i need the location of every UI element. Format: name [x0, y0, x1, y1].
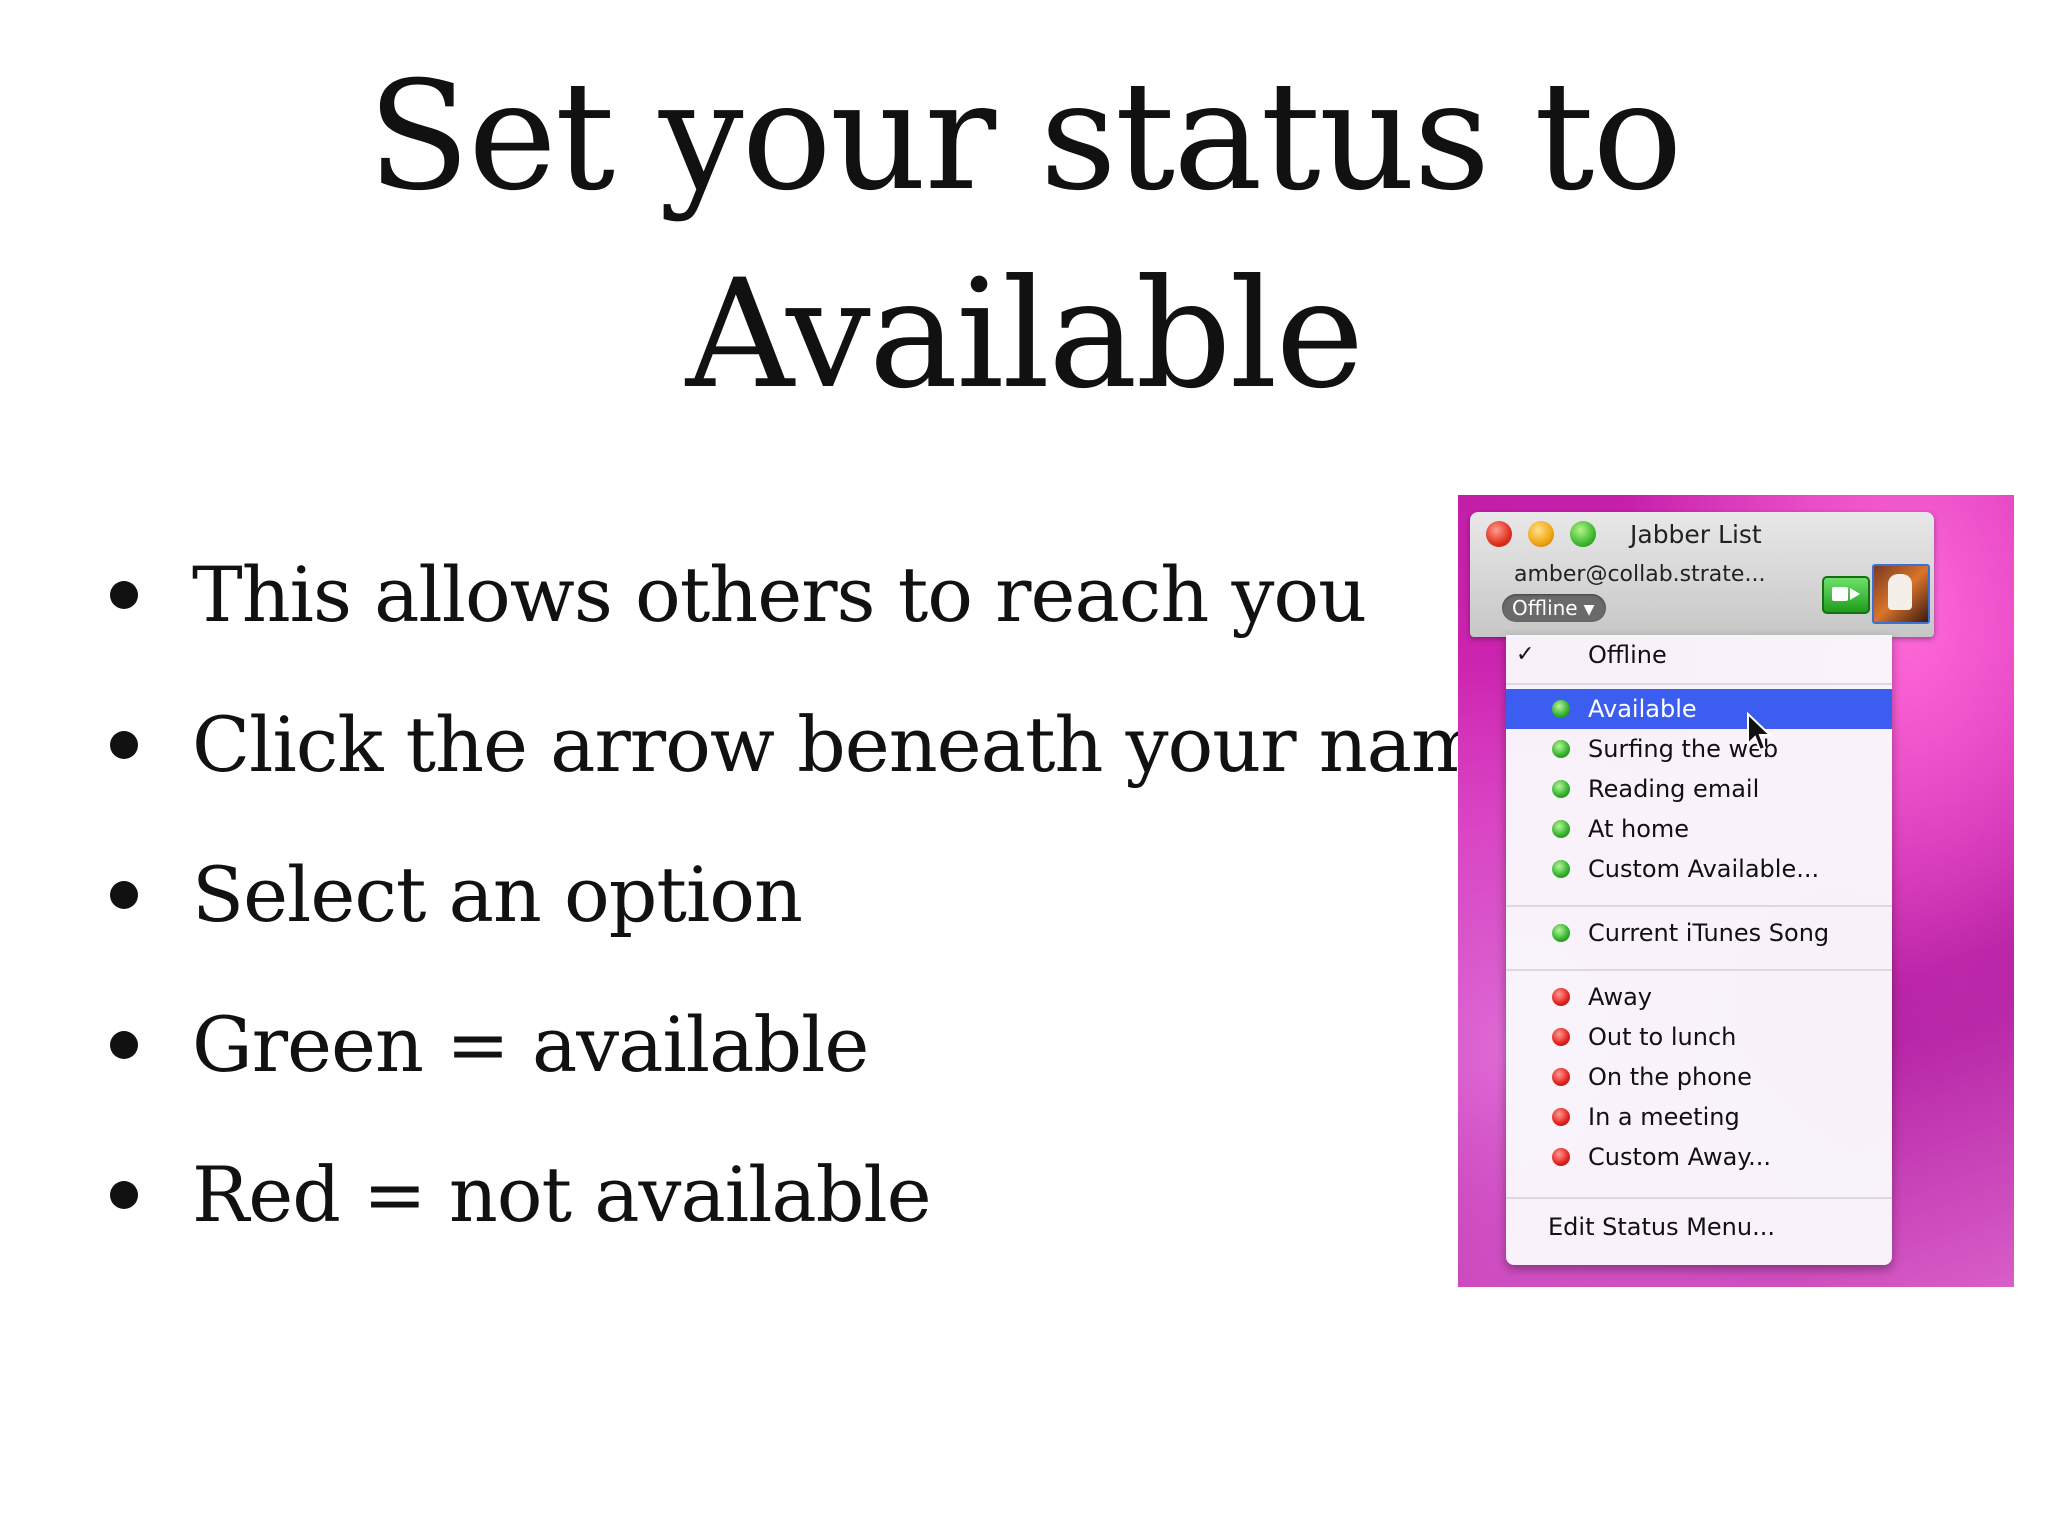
zoom-icon[interactable] — [1570, 521, 1596, 547]
close-icon[interactable] — [1486, 521, 1512, 547]
status-button-label: Offline — [1512, 596, 1578, 620]
menu-separator — [1506, 1197, 1892, 1199]
menu-item-label: In a meeting — [1588, 1103, 1740, 1131]
menu-item-at-home[interactable]: At home — [1506, 809, 1892, 849]
menu-item-in-a-meeting[interactable]: In a meeting — [1506, 1097, 1892, 1137]
green-status-icon — [1552, 924, 1570, 942]
jabber-screenshot: Jabber List amber@collab.strate... Offli… — [1458, 495, 2014, 1287]
green-status-icon — [1552, 780, 1570, 798]
bullet-item: Select an option — [100, 820, 1526, 970]
menu-item-edit-status[interactable]: Edit Status Menu... — [1506, 1207, 1892, 1247]
menu-item-label: Current iTunes Song — [1588, 919, 1830, 947]
slide-title: Set your status to Available — [0, 38, 2048, 434]
menu-separator — [1506, 905, 1892, 907]
green-status-icon — [1552, 700, 1570, 718]
bullet-item: Click the arrow beneath your name — [100, 670, 1527, 820]
status-dropdown-button[interactable]: Offline ▼ — [1502, 594, 1607, 622]
checkmark-icon: ✓ — [1516, 642, 1535, 667]
window-title: Jabber List — [1630, 520, 1762, 549]
menu-separator — [1506, 683, 1892, 685]
jabber-window: Jabber List amber@collab.strate... Offli… — [1470, 512, 1934, 637]
menu-item-out-to-lunch[interactable]: Out to lunch — [1506, 1017, 1892, 1057]
menu-separator — [1506, 969, 1892, 971]
account-name: amber@collab.strate... — [1514, 562, 1766, 587]
menu-item-custom-away[interactable]: Custom Away... — [1506, 1137, 1892, 1177]
status-menu: ✓ Offline Available Surfing the web Read… — [1506, 635, 1892, 1265]
red-status-icon — [1552, 1068, 1570, 1086]
menu-item-label: On the phone — [1588, 1063, 1752, 1091]
menu-item-on-the-phone[interactable]: On the phone — [1506, 1057, 1892, 1097]
menu-item-itunes[interactable]: Current iTunes Song — [1506, 913, 1892, 953]
red-status-icon — [1552, 988, 1570, 1006]
menu-item-label: Offline — [1588, 641, 1667, 669]
menu-item-surfing[interactable]: Surfing the web — [1506, 729, 1892, 769]
avatar[interactable] — [1872, 564, 1930, 624]
menu-item-label: Edit Status Menu... — [1548, 1213, 1775, 1241]
bullet-item: This allows others to reach you — [100, 520, 1526, 670]
menu-item-label: Out to lunch — [1588, 1023, 1737, 1051]
red-status-icon — [1552, 1148, 1570, 1166]
bullet-list: This allows others to reach you Click th… — [100, 520, 1527, 1270]
bullet-item: Red = not available — [100, 1120, 1526, 1270]
title-line-1: Set your status to — [367, 50, 1682, 224]
red-status-icon — [1552, 1028, 1570, 1046]
minimize-icon[interactable] — [1528, 521, 1554, 547]
menu-item-away[interactable]: Away — [1506, 977, 1892, 1017]
menu-item-label: At home — [1588, 815, 1690, 843]
green-status-icon — [1552, 820, 1570, 838]
mouse-pointer-icon — [1747, 712, 1773, 752]
video-camera-icon[interactable] — [1822, 576, 1870, 614]
menu-item-label: Away — [1588, 983, 1652, 1011]
menu-item-available[interactable]: Available — [1506, 689, 1892, 729]
menu-item-label: Custom Away... — [1588, 1143, 1772, 1171]
title-line-2: Available — [685, 248, 1365, 422]
menu-item-reading-email[interactable]: Reading email — [1506, 769, 1892, 809]
chevron-down-icon: ▼ — [1583, 601, 1595, 618]
green-status-icon — [1552, 740, 1570, 758]
menu-item-label: Available — [1588, 695, 1697, 723]
menu-item-label: Custom Available... — [1588, 855, 1820, 883]
bullet-item: Green = available — [100, 970, 1526, 1120]
menu-item-label: Reading email — [1588, 775, 1760, 803]
red-status-icon — [1552, 1108, 1570, 1126]
green-status-icon — [1552, 860, 1570, 878]
menu-item-offline[interactable]: ✓ Offline — [1506, 635, 1892, 675]
menu-item-custom-available[interactable]: Custom Available... — [1506, 849, 1892, 889]
